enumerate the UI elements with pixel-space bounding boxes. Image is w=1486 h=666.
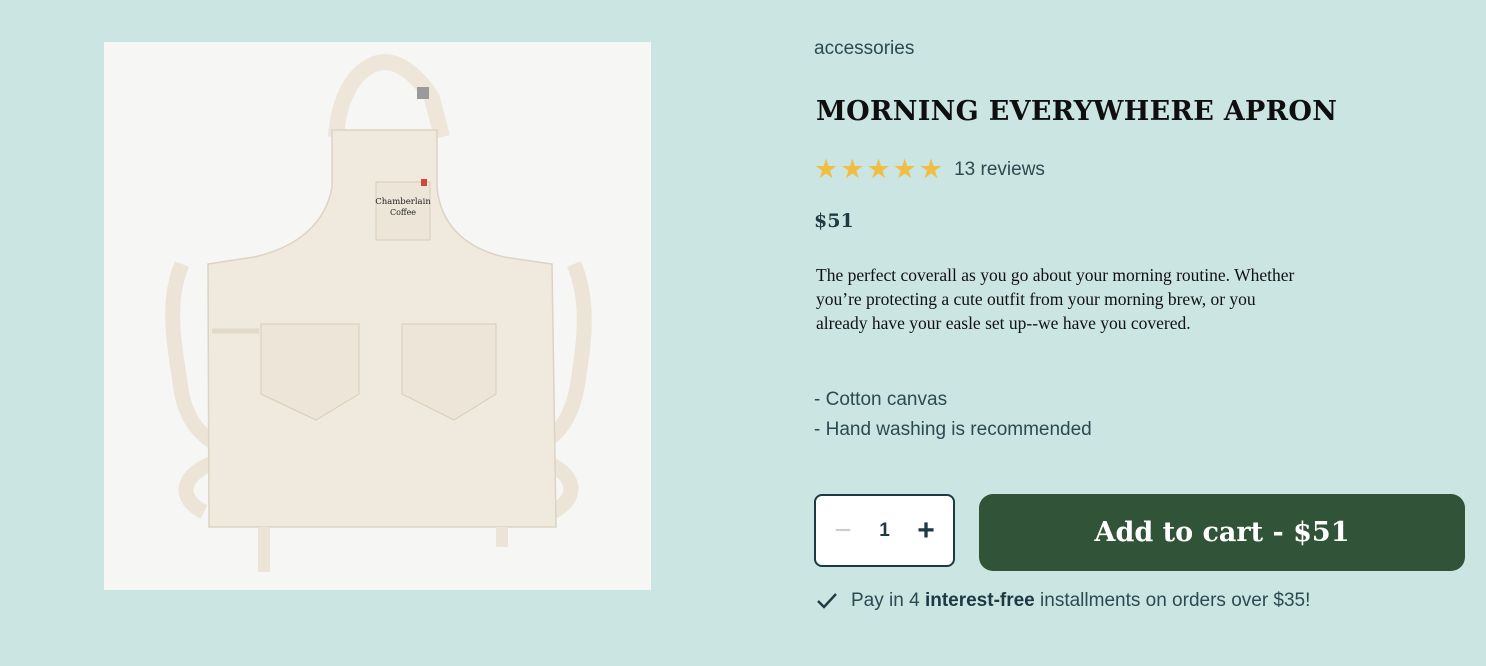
plus-icon[interactable]: + bbox=[913, 515, 939, 546]
reviews-link[interactable]: 13 reviews bbox=[954, 159, 1045, 181]
product-rating[interactable]: ★ ★ ★ ★ ★ 13 reviews bbox=[814, 156, 1045, 183]
quantity-value[interactable]: 1 bbox=[879, 520, 890, 542]
star-icon: ★ bbox=[840, 154, 865, 184]
installments-prefix: Pay in 4 bbox=[851, 590, 920, 611]
minus-icon[interactable]: − bbox=[830, 515, 856, 546]
add-to-cart-button[interactable]: Add to cart - $51 bbox=[979, 494, 1465, 571]
product-price: $51 bbox=[814, 210, 854, 232]
star-icon: ★ bbox=[892, 154, 917, 184]
feature-item: - Hand washing is recommended bbox=[814, 419, 1092, 440]
apron-illustration: Chamberlain Coffee bbox=[104, 42, 651, 590]
apron-logo-line-2: Coffee bbox=[390, 208, 416, 217]
star-icon: ★ bbox=[918, 154, 944, 184]
star-icon: ★ bbox=[866, 154, 891, 184]
product-title: MORNING EVERYWHERE APRON bbox=[816, 96, 1338, 127]
installments-bold: interest-free bbox=[924, 590, 1035, 611]
check-icon bbox=[817, 593, 837, 609]
installments-note: Pay in 4 interest-free installments on o… bbox=[816, 590, 1310, 612]
quantity-stepper[interactable]: − 1 + bbox=[814, 494, 955, 567]
installments-suffix: installments on orders over $35! bbox=[1040, 590, 1311, 611]
apron-logo-line-1: Chamberlain bbox=[375, 197, 431, 207]
product-category[interactable]: accessories bbox=[814, 38, 914, 60]
star-icon: ★ bbox=[814, 154, 839, 184]
product-description: The perfect coverall as you go about you… bbox=[816, 265, 1295, 333]
feature-item: - Cotton canvas bbox=[814, 389, 948, 410]
rating-stars: ★ ★ ★ ★ ★ bbox=[814, 156, 943, 183]
product-image: Chamberlain Coffee bbox=[104, 42, 651, 590]
feature-list: - Cotton canvas - Hand washing is recomm… bbox=[814, 385, 1092, 445]
